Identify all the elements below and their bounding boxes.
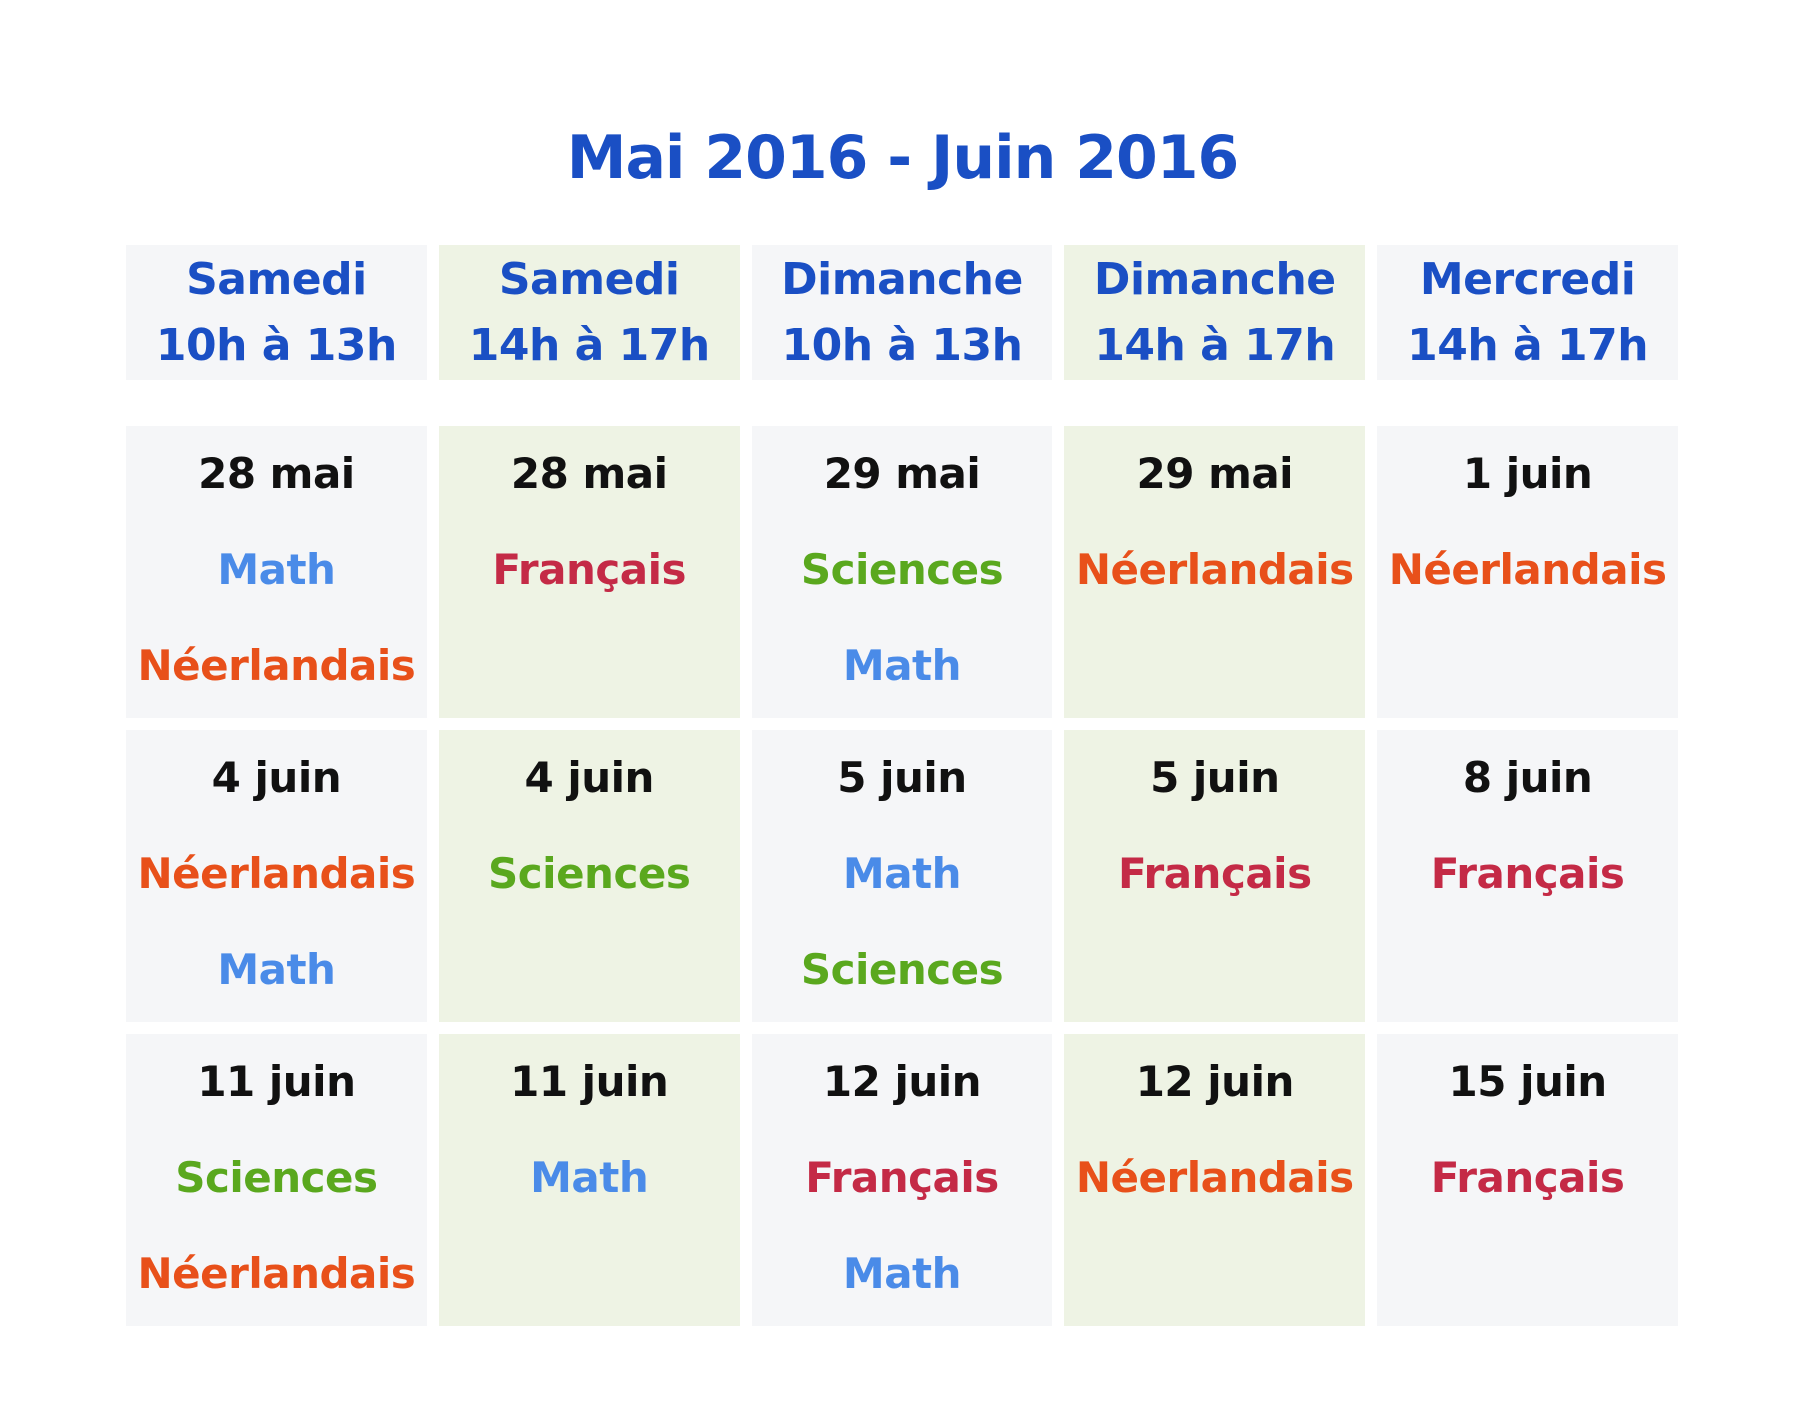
subject-label: Français: [1430, 1153, 1625, 1202]
cell-subjects: Néerlandais: [1076, 1148, 1354, 1208]
cell-date: 8 juin: [1462, 753, 1593, 802]
cell-date: 11 juin: [197, 1057, 356, 1106]
cell-subjects: Néerlandais Math: [138, 844, 416, 1000]
cell-subjects: Math Sciences: [800, 844, 1004, 1000]
schedule-cell: 11 juin Sciences Néerlandais: [126, 1034, 427, 1326]
subject-label: Néerlandais: [137, 1249, 416, 1298]
subject-label: Néerlandais: [1075, 545, 1354, 594]
schedule-cell: 4 juin Sciences: [438, 730, 740, 1022]
column-time: 14h à 17h: [1094, 319, 1336, 371]
cell-subjects: Math Néerlandais: [138, 540, 416, 696]
column-time: 14h à 17h: [1407, 319, 1649, 371]
cell-date: 29 mai: [1136, 449, 1294, 498]
schedule-cell: 1 juin Néerlandais: [1377, 426, 1678, 718]
subject-label: Français: [805, 1153, 999, 1202]
schedule-cell: 12 juin Néerlandais: [1064, 1034, 1366, 1326]
cell-subjects: Math: [530, 1148, 649, 1208]
subject-label: Français: [1430, 849, 1625, 898]
cell-date: 28 mai: [510, 449, 668, 498]
schedule-table: Samedi 10h à 13h Samedi 14h à 17h Dimanc…: [126, 245, 1678, 1326]
subject-label: Néerlandais: [1388, 545, 1667, 594]
schedule-cell: 8 juin Français: [1377, 730, 1678, 1022]
subject-label: Sciences: [175, 1153, 378, 1202]
subject-label: Néerlandais: [137, 849, 416, 898]
cell-date: 28 mai: [198, 449, 355, 498]
schedule-body: 28 mai Math Néerlandais 28 mai Français …: [126, 426, 1678, 1326]
column-header: Dimanche 10h à 13h: [751, 245, 1053, 380]
schedule-cell: 11 juin Math: [438, 1034, 740, 1326]
table-row: 28 mai Math Néerlandais 28 mai Français …: [126, 426, 1678, 718]
cell-subjects: Français: [1118, 844, 1312, 904]
column-day: Mercredi: [1419, 253, 1636, 305]
cell-subjects: Français Math: [805, 1148, 999, 1304]
subject-label: Sciences: [800, 945, 1004, 994]
cell-date: 12 juin: [822, 1057, 982, 1106]
cell-date: 15 juin: [1448, 1057, 1608, 1106]
column-header: Samedi 10h à 13h: [126, 245, 427, 380]
cell-subjects: Français: [1431, 1148, 1625, 1208]
schedule-cell: 15 juin Français: [1377, 1034, 1678, 1326]
schedule-cell: 29 mai Néerlandais: [1064, 426, 1366, 718]
subject-label: Néerlandais: [1075, 1153, 1354, 1202]
schedule-cell: 5 juin Français: [1064, 730, 1366, 1022]
cell-date: 11 juin: [510, 1057, 669, 1106]
schedule-cell: 12 juin Français Math: [751, 1034, 1053, 1326]
subject-label: Math: [217, 545, 336, 594]
subject-label: Néerlandais: [137, 641, 416, 690]
table-row: 4 juin Néerlandais Math 4 juin Sciences …: [126, 730, 1678, 1022]
schedule-cell: 4 juin Néerlandais Math: [126, 730, 427, 1022]
column-time: 10h à 13h: [781, 319, 1023, 371]
cell-date: 1 juin: [1462, 449, 1593, 498]
column-day: Samedi: [186, 253, 367, 305]
cell-subjects: Néerlandais: [1389, 540, 1667, 600]
schedule-cell: 28 mai Math Néerlandais: [126, 426, 427, 718]
cell-date: 5 juin: [837, 753, 967, 802]
subject-label: Math: [842, 849, 962, 898]
cell-subjects: Sciences Math: [800, 540, 1004, 696]
cell-date: 4 juin: [524, 753, 654, 802]
subject-label: Sciences: [800, 545, 1004, 594]
header-row: Samedi 10h à 13h Samedi 14h à 17h Dimanc…: [126, 245, 1678, 380]
table-row: 11 juin Sciences Néerlandais 11 juin Mat…: [126, 1034, 1678, 1326]
cell-date: 12 juin: [1135, 1057, 1295, 1106]
column-header: Mercredi 14h à 17h: [1377, 245, 1678, 380]
cell-subjects: Français: [1431, 844, 1625, 904]
cell-date: 29 mai: [823, 449, 981, 498]
subject-label: Math: [530, 1153, 649, 1202]
schedule-cell: 28 mai Français: [438, 426, 740, 718]
cell-date: 5 juin: [1150, 753, 1280, 802]
subject-label: Français: [492, 545, 686, 594]
subject-label: Math: [217, 945, 336, 994]
column-time: 14h à 17h: [468, 319, 710, 371]
column-header: Samedi 14h à 17h: [438, 245, 740, 380]
cell-subjects: Sciences: [488, 844, 691, 904]
schedule-cell: 5 juin Math Sciences: [751, 730, 1053, 1022]
cell-date: 4 juin: [211, 753, 342, 802]
schedule-cell: 29 mai Sciences Math: [751, 426, 1053, 718]
column-day: Dimanche: [1093, 253, 1336, 305]
cell-subjects: Néerlandais: [1076, 540, 1354, 600]
subject-label: Math: [842, 1249, 962, 1298]
page-title: Mai 2016 - Juin 2016: [566, 123, 1240, 193]
cell-subjects: Français: [492, 540, 686, 600]
column-day: Dimanche: [781, 253, 1023, 305]
subject-label: Français: [1117, 849, 1312, 898]
column-header: Dimanche 14h à 17h: [1064, 245, 1366, 380]
column-time: 10h à 13h: [155, 319, 397, 371]
subject-label: Sciences: [488, 849, 691, 898]
column-day: Samedi: [498, 253, 680, 305]
subject-label: Math: [842, 641, 962, 690]
cell-subjects: Sciences Néerlandais: [138, 1148, 416, 1304]
